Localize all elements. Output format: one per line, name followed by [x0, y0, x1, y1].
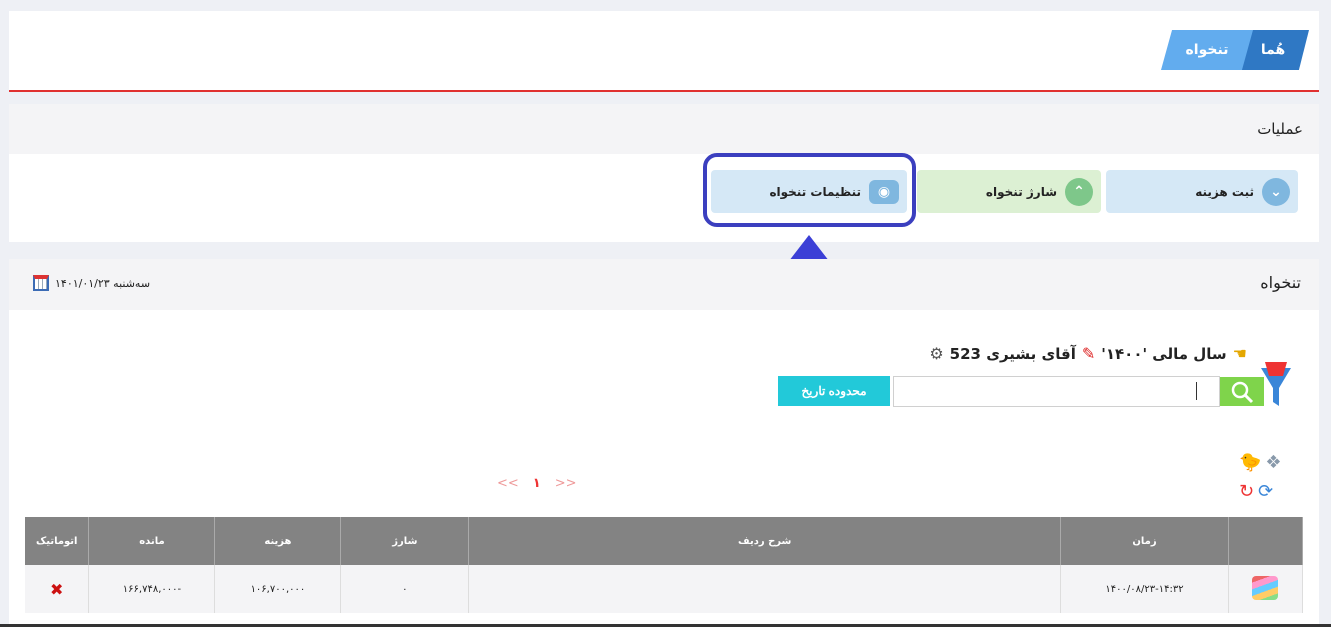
refresh-icon[interactable]: ⟳ — [1258, 481, 1273, 502]
cell-time: ۱۴۰۰/۰۸/۲۳-۱۴:۳۲ — [1060, 565, 1229, 613]
cell-icon[interactable] — [1228, 565, 1304, 613]
header-icon — [1228, 517, 1304, 565]
table-header-row: اتوماتیک مانده هزینه شارژ شرح ردیف زمان — [25, 517, 1304, 565]
pager-prev[interactable]: << — [497, 476, 519, 491]
funnel-icon[interactable] — [1259, 362, 1293, 410]
highlight-ring — [703, 153, 916, 227]
search-button[interactable] — [1220, 377, 1264, 406]
ledger-table: اتوماتیک مانده هزینه شارژ شرح ردیف زمان … — [25, 517, 1304, 613]
bird-icon[interactable]: 🐤 — [1239, 452, 1261, 473]
cell-charge: ۰ — [340, 565, 470, 613]
cell-expense: ۱۰۶,۷۰۰,۰۰۰ — [214, 565, 342, 613]
register-expense-button[interactable]: ثبت هزینه ⌄ — [1106, 170, 1298, 213]
header-auto: اتوماتیک — [25, 517, 90, 565]
rainbow-icon[interactable] — [1252, 575, 1279, 600]
person-name: آقای بشیری 523 — [949, 344, 1076, 363]
header-balance: مانده — [88, 517, 216, 565]
fiscal-info: ☚ سال مالی '۱۴۰۰' ✎ آقای بشیری 523 ⚙ — [929, 344, 1247, 363]
gear-icon[interactable]: ⚙ — [929, 344, 943, 363]
section-title: تنخواه — [1260, 273, 1301, 292]
operations-body: ثبت هزینه ⌄ شارژ تنخواه ⌃ تنظیمات تنخواه… — [9, 153, 1319, 242]
date-range-button[interactable]: محدوده تاریخ — [778, 376, 890, 406]
elephant-icon[interactable]: ❖ — [1265, 452, 1281, 473]
calendar-icon — [33, 275, 49, 291]
charge-label: شارژ تنخواه — [985, 184, 1057, 199]
cell-desc — [468, 565, 1062, 613]
pagination: << ۱ >> — [497, 476, 577, 491]
text-caret — [1196, 382, 1197, 400]
hand-pointer-icon: ☚ — [1232, 344, 1247, 363]
cell-auto[interactable]: ✖ — [25, 565, 90, 613]
breadcrumb-current[interactable]: تنخواه — [1161, 30, 1253, 70]
fiscal-year: سال مالی '۱۴۰۰' — [1101, 344, 1227, 363]
pager-next[interactable]: >> — [555, 476, 577, 491]
chevron-down-icon: ⌄ — [1262, 177, 1290, 206]
chevron-up-icon: ⌃ — [1065, 177, 1093, 206]
date-text: سه‌شنبه ۱۴۰۱/۰۱/۲۳ — [55, 276, 151, 290]
tool-icons: 🐤 ❖ ↻ ⟳ — [1239, 452, 1282, 502]
operations-header: عملیات — [9, 104, 1319, 154]
table-row[interactable]: ✖ ۱۶۶,۷۴۸,۰۰۰- ۱۰۶,۷۰۰,۰۰۰ ۰ ۱۴۰۰/۰۸/۲۳-… — [25, 565, 1304, 613]
header-expense: هزینه — [214, 517, 342, 565]
pin-icon: ✎ — [1081, 344, 1096, 363]
refresh-red-icon[interactable]: ↻ — [1239, 481, 1254, 502]
operations-title: عملیات — [1257, 120, 1303, 138]
x-icon[interactable]: ✖ — [50, 580, 63, 599]
header-time: زمان — [1060, 517, 1229, 565]
main-content: ☚ سال مالی '۱۴۰۰' ✎ آقای بشیری 523 ⚙ محد… — [9, 310, 1319, 627]
search-input[interactable] — [893, 376, 1220, 407]
section-header: تنخواه سه‌شنبه ۱۴۰۱/۰۱/۲۳ — [9, 259, 1319, 310]
search-icon — [1231, 381, 1254, 403]
pager-current[interactable]: ۱ — [533, 476, 541, 491]
header-charge: شارژ — [340, 517, 470, 565]
register-expense-label: ثبت هزینه — [1195, 184, 1254, 199]
header-desc: شرح ردیف — [468, 517, 1062, 565]
charge-button[interactable]: شارژ تنخواه ⌃ — [917, 170, 1101, 213]
header-card: هُما تنخواه — [9, 11, 1319, 92]
date-display: سه‌شنبه ۱۴۰۱/۰۱/۲۳ — [33, 275, 150, 291]
cell-balance: ۱۶۶,۷۴۸,۰۰۰- — [88, 565, 216, 613]
